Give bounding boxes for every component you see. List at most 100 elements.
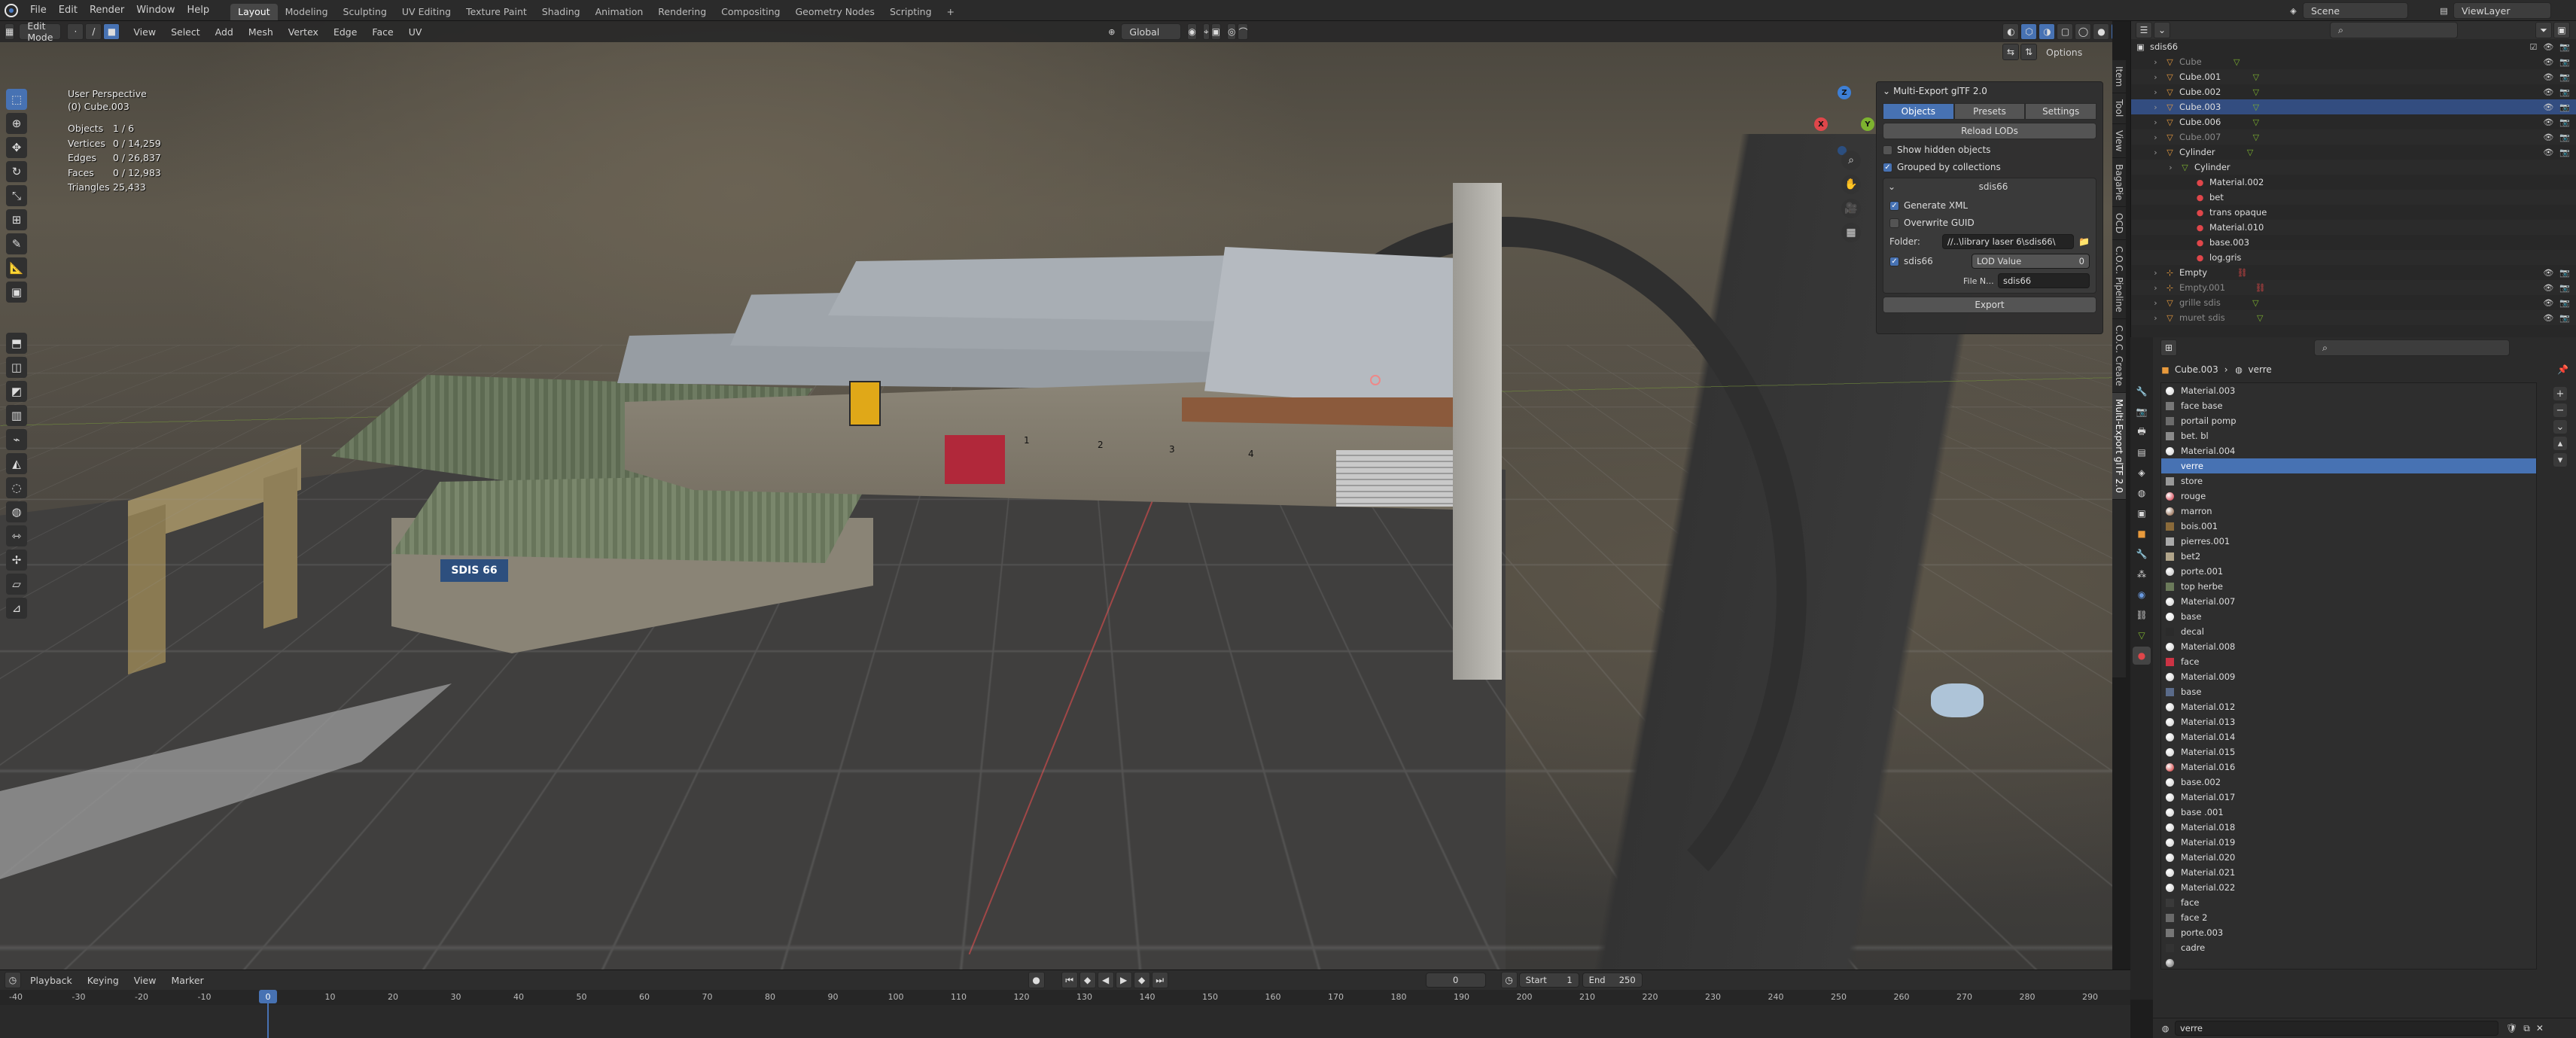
outliner-root-row[interactable]: ▣ sdis66 ☑ 👁 📷 xyxy=(2131,39,2576,54)
outliner-row[interactable]: ● bet xyxy=(2131,190,2576,205)
tab-modeling[interactable]: Modeling xyxy=(278,4,336,20)
output-props-icon[interactable]: 🖶 xyxy=(2133,423,2151,441)
material-browse-icon[interactable]: ◍ xyxy=(2160,1024,2170,1033)
outliner-row[interactable]: ● Material.002 xyxy=(2131,175,2576,190)
tab-scripting[interactable]: Scripting xyxy=(882,4,939,20)
material-slot[interactable]: rouge xyxy=(2161,489,2536,504)
remove-slot-icon[interactable]: − xyxy=(2553,403,2567,417)
viewport-menu-edge[interactable]: Edge xyxy=(326,23,364,40)
visibility-eye-icon[interactable]: 👁 xyxy=(2543,313,2553,323)
material-slot[interactable]: verre xyxy=(2161,458,2536,473)
expand-chevron-icon[interactable]: › xyxy=(2151,117,2160,127)
outliner-row[interactable]: › ▽ grille sdis ▽ 👁 📷 xyxy=(2131,295,2576,310)
add-workspace-button[interactable]: + xyxy=(939,4,962,20)
zoom-icon[interactable]: ⌕ xyxy=(1841,151,1861,170)
camera-view-icon[interactable]: 🎥 xyxy=(1841,199,1861,218)
face-select-icon[interactable]: ■ xyxy=(103,23,120,40)
item-checkbox[interactable]: ✓ xyxy=(1889,256,1899,266)
material-slot[interactable]: porte.001 xyxy=(2161,564,2536,579)
select-box-icon[interactable]: ⬚ xyxy=(6,89,27,110)
tab-texture-paint[interactable]: Texture Paint xyxy=(458,4,534,20)
outliner-row[interactable]: › ▽ Cube.002 ▽ 👁 📷 xyxy=(2131,84,2576,99)
camera-render-icon[interactable]: 📷 xyxy=(2559,268,2570,278)
rip-tool-icon[interactable]: ⊿ xyxy=(6,598,27,619)
material-slot[interactable]: Material.013 xyxy=(2161,714,2536,729)
material-slot[interactable]: Material.003 xyxy=(2161,383,2536,398)
loop-cut-icon[interactable]: ▥ xyxy=(6,405,27,426)
properties-search-input[interactable]: ⌕ xyxy=(2314,339,2510,356)
viewport-menu-mesh[interactable]: Mesh xyxy=(241,23,281,40)
material-slot[interactable]: Material.017 xyxy=(2161,790,2536,805)
physics-props-icon[interactable]: ◉ xyxy=(2133,586,2151,604)
visibility-eye-icon[interactable]: 👁 xyxy=(2543,42,2553,52)
shrink-fatten-icon[interactable]: ✢ xyxy=(6,549,27,571)
snap-target-icon[interactable]: ▣ xyxy=(1210,23,1221,40)
gizmo-z-axis[interactable]: Z xyxy=(1838,86,1851,99)
sidebar-tab-tool[interactable]: Tool xyxy=(2112,93,2126,124)
material-props-icon[interactable]: ● xyxy=(2133,647,2151,665)
file-name-input[interactable]: sdis66 xyxy=(1998,273,2090,288)
viewport-menu-view[interactable]: View xyxy=(126,23,163,40)
lod-value-field[interactable]: LOD Value 0 xyxy=(1972,254,2090,269)
material-slot[interactable]: porte.003 xyxy=(2161,925,2536,940)
timeline-menu-keying[interactable]: Keying xyxy=(80,972,126,988)
expand-chevron-icon[interactable]: › xyxy=(2166,163,2176,172)
timeline-menu-view[interactable]: View xyxy=(126,972,164,988)
playhead-line[interactable] xyxy=(267,1003,269,1038)
add-slot-icon[interactable]: + xyxy=(2553,387,2567,400)
sidebar-tab-c-o-c-create[interactable]: C.O.C. Create xyxy=(2112,319,2126,394)
expand-chevron-icon[interactable]: › xyxy=(2151,298,2160,308)
visibility-icon[interactable]: ◐ xyxy=(2002,23,2020,40)
new-collection-icon[interactable]: ▣ xyxy=(2553,22,2570,38)
outliner-row[interactable]: ● Material.010 xyxy=(2131,220,2576,235)
tab-geometry-nodes[interactable]: Geometry Nodes xyxy=(788,4,882,20)
menu-render[interactable]: Render xyxy=(84,0,130,21)
annotate-tool-icon[interactable]: ✎ xyxy=(6,233,27,254)
tab-shading[interactable]: Shading xyxy=(534,4,588,20)
outliner-row[interactable]: › ▽ Cube ▽ 👁 📷 xyxy=(2131,54,2576,69)
modifier-props-icon[interactable]: 🔧 xyxy=(2133,545,2151,563)
empty-material-slot[interactable] xyxy=(2161,955,2536,970)
gizmo-y-axis[interactable]: Y xyxy=(1861,117,1874,131)
scale-tool-icon[interactable]: ⤡ xyxy=(6,185,27,206)
material-slot[interactable]: Material.015 xyxy=(2161,744,2536,759)
material-slot[interactable]: Material.016 xyxy=(2161,759,2536,775)
expand-chevron-icon[interactable]: › xyxy=(2151,132,2160,142)
view-layer-props-icon[interactable]: ▤ xyxy=(2133,443,2151,461)
expand-chevron-icon[interactable]: › xyxy=(2151,313,2160,323)
visibility-eye-icon[interactable]: 👁 xyxy=(2543,87,2553,97)
menu-edit[interactable]: Edit xyxy=(53,0,84,21)
expand-chevron-icon[interactable]: › xyxy=(2151,57,2160,67)
particles-props-icon[interactable]: ⁂ xyxy=(2133,565,2151,583)
visibility-eye-icon[interactable]: 👁 xyxy=(2543,148,2553,157)
extrude-tool-icon[interactable]: ⬒ xyxy=(6,333,27,354)
inset-tool-icon[interactable]: ◫ xyxy=(6,357,27,378)
snap-icon[interactable]: ⌖ xyxy=(1202,23,1210,40)
material-slot[interactable]: Material.020 xyxy=(2161,850,2536,865)
shear-tool-icon[interactable]: ▱ xyxy=(6,574,27,595)
expand-chevron-icon[interactable]: › xyxy=(2151,72,2160,82)
outliner-search-input[interactable]: ⌕ xyxy=(2330,22,2458,38)
frame-ruler[interactable]: -40 -30 -20 -10 10 20 30 40 50 60 70 80 90 100 110 120 1… xyxy=(0,990,2130,1005)
export-button[interactable]: Export xyxy=(1883,297,2096,313)
panel-header[interactable]: ⌄ Multi-Export glTF 2.0 xyxy=(1877,82,2103,100)
collapse-chevron-icon[interactable]: ⌄ xyxy=(1883,86,1890,96)
jump-start-icon[interactable]: ⏮ xyxy=(1061,972,1078,988)
mirror-y-icon[interactable]: ⇅ xyxy=(2020,44,2037,60)
cursor-tool-icon[interactable]: ⊕ xyxy=(6,113,27,134)
sidebar-tab-view[interactable]: View xyxy=(2112,124,2126,159)
pivot-point-icon[interactable]: ◉ xyxy=(1187,23,1197,40)
3d-cursor-icon[interactable] xyxy=(1370,375,1381,385)
material-slot[interactable]: portail pomp xyxy=(2161,413,2536,428)
expand-chevron-icon[interactable] xyxy=(2181,223,2191,233)
constraints-props-icon[interactable]: ⛓ xyxy=(2133,606,2151,624)
smooth-tool-icon[interactable]: ◍ xyxy=(6,501,27,522)
mode-selector[interactable]: Edit Mode xyxy=(19,21,62,43)
material-slot[interactable]: face xyxy=(2161,895,2536,910)
measure-tool-icon[interactable]: 📐 xyxy=(6,257,27,279)
rotate-tool-icon[interactable]: ↻ xyxy=(6,161,27,182)
generate-xml-box[interactable]: ✓ xyxy=(1889,200,1899,211)
spin-tool-icon[interactable]: ◌ xyxy=(6,477,27,498)
outliner-row[interactable]: › ▽ Cube.001 ▽ 👁 📷 xyxy=(2131,69,2576,84)
viewport-menu-vertex[interactable]: Vertex xyxy=(281,23,326,40)
